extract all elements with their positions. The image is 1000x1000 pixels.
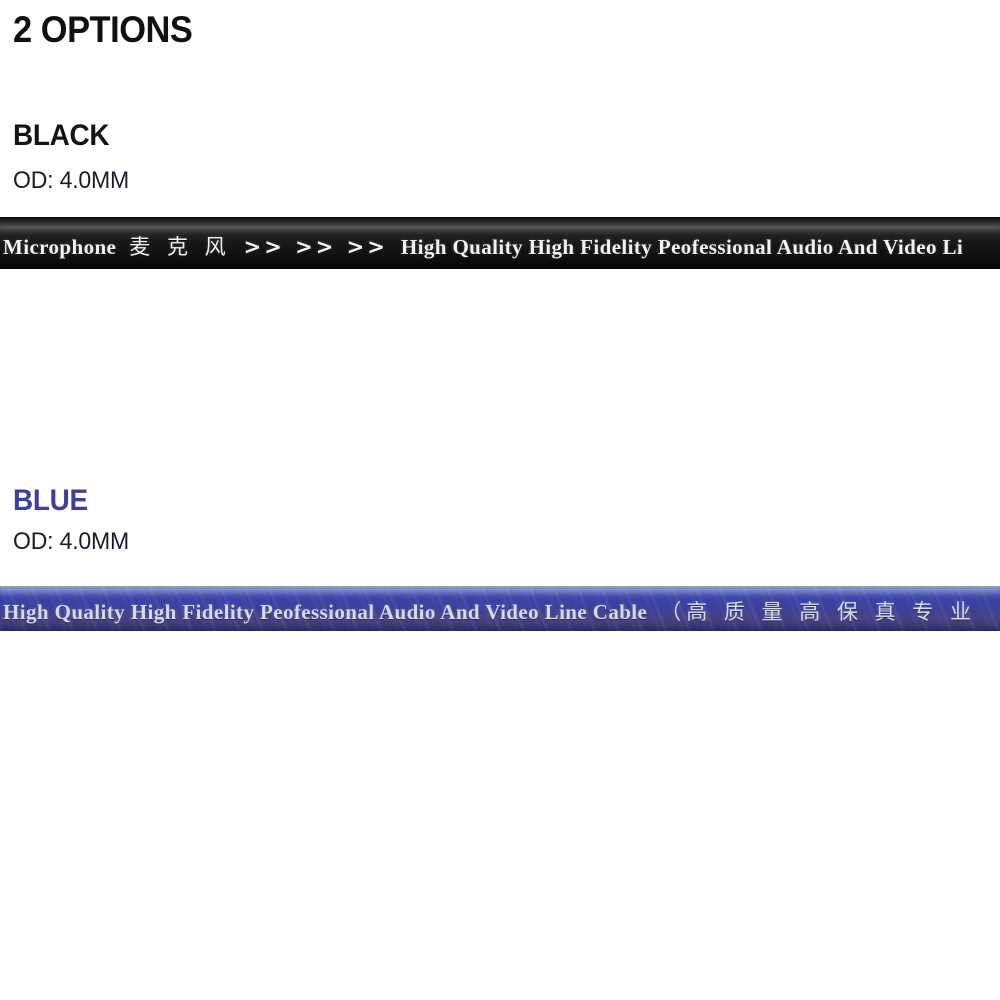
cable-swatch-blue: High Quality High Fidelity Peofessional … <box>0 586 1000 631</box>
cable-print-line-black: High Quality High Fidelity Peofessional … <box>400 235 964 259</box>
cable-print-brand-cjk-black: 麦 克 风 <box>129 235 231 259</box>
page-title: 2 OPTIONS <box>13 9 193 50</box>
cable-print-line-blue: High Quality High Fidelity Peofessional … <box>3 600 648 624</box>
option-label-blue: BLUE <box>13 484 88 517</box>
cable-print-line-cjk-blue: （高 质 量 高 保 真 专 业 <box>660 600 976 624</box>
cable-print-text-black: Microphone 麦 克 风 >> >> >> High Quality High… <box>3 231 976 261</box>
option-od-black: OD: 4.0MM <box>13 167 130 194</box>
option-label-black: BLACK <box>13 119 110 152</box>
cable-print-chevrons-black: >> >> >> <box>243 235 388 259</box>
option-od-blue: OD: 4.0MM <box>13 528 130 555</box>
cable-swatch-black: Microphone 麦 克 风 >> >> >> High Quality High… <box>0 217 1000 269</box>
cable-print-brand-black: Microphone <box>3 235 117 259</box>
cable-print-text-blue: High Quality High Fidelity Peofessional … <box>3 596 989 626</box>
